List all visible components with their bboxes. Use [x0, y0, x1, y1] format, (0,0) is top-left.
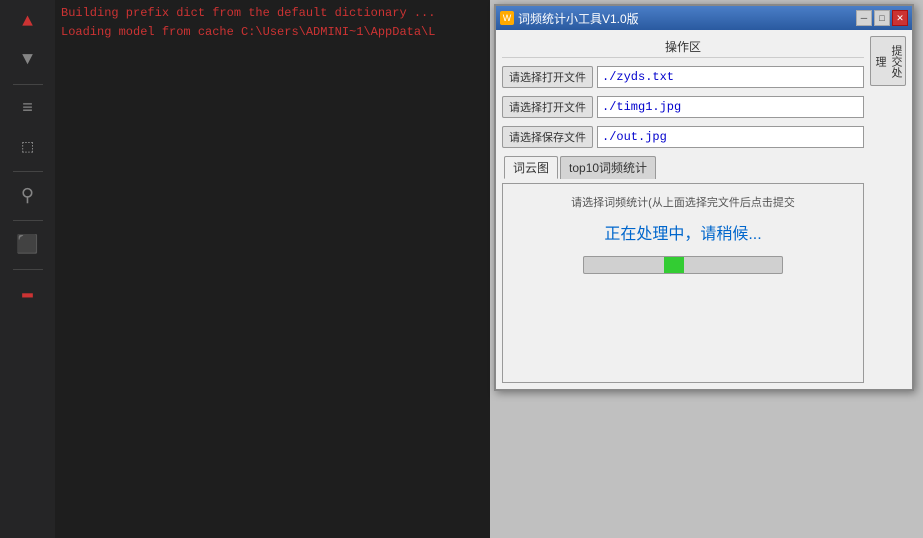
- tabs: 词云图 top10词频统计: [502, 156, 864, 179]
- file-input-1[interactable]: [597, 66, 864, 88]
- save-file-btn[interactable]: 请选择保存文件: [502, 126, 593, 148]
- open-file-btn-2[interactable]: 请选择打开文件: [502, 96, 593, 118]
- file-row-1: 请选择打开文件: [502, 66, 864, 88]
- progress-bar-fill: [664, 257, 684, 273]
- processing-hint: 请选择词频统计(从上面选择完文件后点击提交: [571, 194, 795, 210]
- main-window: W 词频统计小工具V1.0版 ─ □ ✕ 操作区 请选择打开文件: [494, 4, 914, 391]
- window-icon: W: [500, 11, 514, 25]
- file-input-3[interactable]: [597, 126, 864, 148]
- terminal-line-1: Building prefix dict from the default di…: [61, 4, 484, 23]
- window-body: 操作区 请选择打开文件 请选择打开文件 请选择保存文件: [496, 30, 912, 389]
- title-bar-left: W 词频统计小工具V1.0版: [500, 10, 639, 27]
- print-icon[interactable]: ⬛: [8, 227, 48, 263]
- operation-area-label: 操作区: [502, 36, 864, 58]
- divider-4: [13, 269, 43, 270]
- sidebar: ▲ ▼ ≡ ⬚ ⚲ ⬛ ▬: [0, 0, 55, 538]
- progress-bar-container: [583, 256, 783, 274]
- tab-content: 请选择词频统计(从上面选择完文件后点击提交 正在处理中，请稍候...: [502, 183, 864, 383]
- side-buttons: 提交处理: [870, 36, 906, 383]
- tab-wordcloud[interactable]: 词云图: [504, 156, 558, 179]
- minimize-button[interactable]: ─: [856, 10, 872, 26]
- open-file-btn-1[interactable]: 请选择打开文件: [502, 66, 593, 88]
- pin-icon[interactable]: ⚲: [8, 178, 48, 214]
- terminal-line-2: Loading model from cache C:\Users\ADMINI…: [61, 23, 484, 42]
- list-icon[interactable]: ≡: [8, 91, 48, 127]
- gui-area: W 词频统计小工具V1.0版 ─ □ ✕ 操作区 请选择打开文件: [490, 0, 923, 538]
- divider-2: [13, 171, 43, 172]
- down-arrow-icon[interactable]: ▼: [8, 42, 48, 78]
- divider-1: [13, 84, 43, 85]
- file-input-2[interactable]: [597, 96, 864, 118]
- close-button[interactable]: ✕: [892, 10, 908, 26]
- sort-icon[interactable]: ⬚: [8, 129, 48, 165]
- maximize-button[interactable]: □: [874, 10, 890, 26]
- title-controls: ─ □ ✕: [856, 10, 908, 26]
- file-row-3: 请选择保存文件: [502, 126, 864, 148]
- submit-process-button[interactable]: 提交处理: [870, 36, 906, 86]
- up-arrow-icon[interactable]: ▲: [8, 4, 48, 40]
- title-bar[interactable]: W 词频统计小工具V1.0版 ─ □ ✕: [496, 6, 912, 30]
- delete-icon[interactable]: ▬: [8, 276, 48, 312]
- divider-3: [13, 220, 43, 221]
- terminal-content: Building prefix dict from the default di…: [55, 0, 490, 538]
- processing-text: 正在处理中，请稍候...: [604, 220, 761, 244]
- file-row-2: 请选择打开文件: [502, 96, 864, 118]
- tab-top10[interactable]: top10词频统计: [560, 156, 656, 179]
- main-panel: 操作区 请选择打开文件 请选择打开文件 请选择保存文件: [502, 36, 864, 383]
- terminal-panel: ▲ ▼ ≡ ⬚ ⚲ ⬛ ▬ Building prefix dict from …: [0, 0, 490, 538]
- window-title: 词频统计小工具V1.0版: [518, 10, 639, 27]
